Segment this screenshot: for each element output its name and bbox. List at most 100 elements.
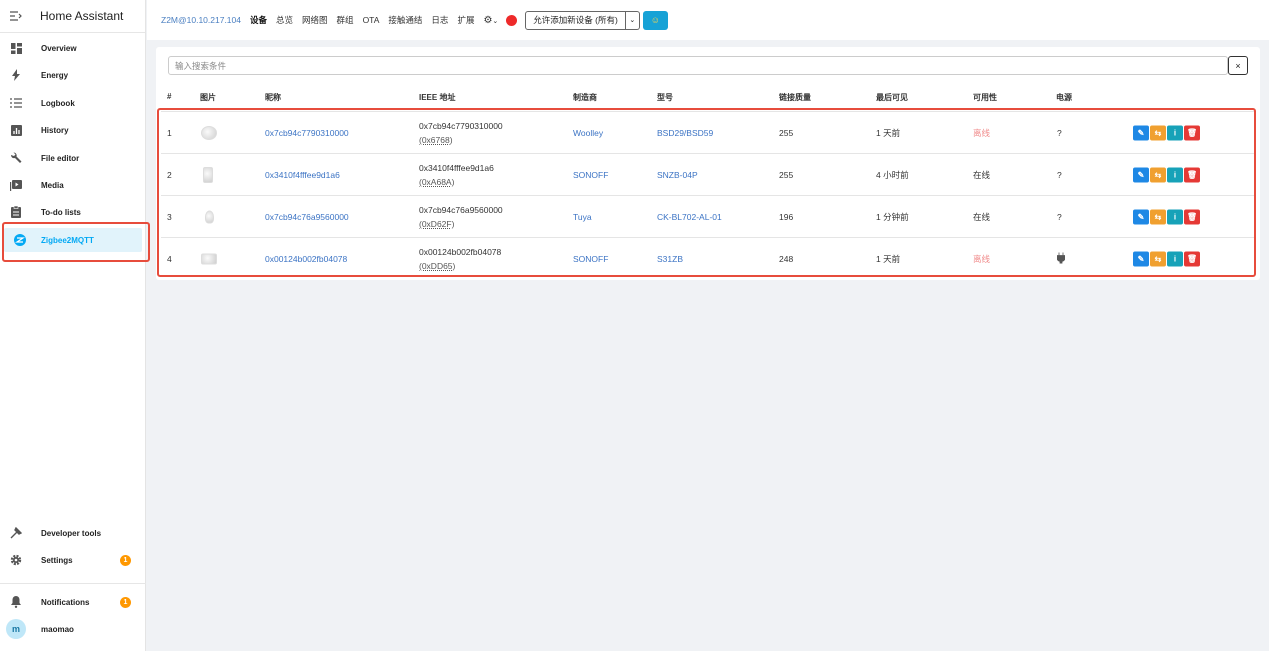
nav-extensions[interactable]: 扩展	[457, 14, 474, 26]
nav-devices[interactable]: 设备	[250, 14, 267, 26]
sidebar-item-logbook[interactable]: Logbook	[0, 91, 146, 115]
vendor-link[interactable]: Woolley	[573, 128, 603, 138]
ieee-address: 0x7cb94c7790310000	[419, 120, 503, 131]
model-link[interactable]: S31ZB	[657, 254, 683, 264]
info-icon[interactable]: i	[1167, 167, 1183, 182]
sidebar-item-media[interactable]: Media	[0, 173, 146, 197]
connection-status-icon	[506, 14, 518, 26]
sidebar-item-energy[interactable]: Energy	[0, 63, 146, 87]
search-box	[168, 56, 1228, 75]
swap-icon[interactable]: ⇆	[1150, 167, 1166, 182]
link-quality: 255	[779, 169, 794, 180]
swap-icon[interactable]: ⇆	[1150, 251, 1166, 266]
nav-logs[interactable]: 日志	[431, 14, 448, 26]
swap-icon[interactable]: ⇆	[1150, 125, 1166, 140]
sidebar-item-zigbee2mqtt[interactable]: Zigbee2MQTT	[4, 228, 142, 252]
nav-groups[interactable]: 群组	[337, 14, 354, 26]
trash-icon[interactable]: 🗑	[1184, 125, 1200, 140]
sidebar-item-label: Developer tools	[41, 528, 102, 538]
clear-search-button[interactable]: ×	[1228, 56, 1248, 75]
power-source: ?	[1057, 169, 1062, 180]
col-header-last-seen[interactable]: 最后可见	[876, 92, 908, 103]
vendor-link[interactable]: Tuya	[573, 212, 592, 222]
notifications-badge: 1	[120, 596, 131, 608]
bell-icon	[0, 596, 32, 608]
trash-icon[interactable]: 🗑	[1184, 167, 1200, 182]
menu-toggle-icon[interactable]	[0, 11, 32, 21]
theme-toggle-button[interactable]: ☺	[642, 10, 668, 30]
table-row: 2 0x3410f4fffee9d1a6 0x3410f4fffee9d1a6 (…	[161, 153, 1255, 195]
nav-dashboard[interactable]: 总览	[276, 14, 293, 26]
last-seen: 4 小时前	[876, 169, 909, 180]
sidebar-item-overview[interactable]: Overview	[0, 36, 146, 60]
col-header-availability[interactable]: 可用性	[973, 92, 997, 103]
network-address: (0xDD65)	[419, 260, 456, 271]
device-name-link[interactable]: 0x00124b002fb04078	[265, 254, 347, 264]
sidebar-item-user[interactable]: m maomao	[0, 617, 146, 641]
col-header-ieee[interactable]: IEEE 地址	[419, 92, 455, 103]
power-source: ?	[1057, 127, 1062, 138]
edit-icon[interactable]: ✎	[1133, 167, 1149, 182]
sidebar-item-history[interactable]: History	[0, 118, 146, 142]
sidebar: Home Assistant Overview Energy Logbook H…	[0, 0, 150, 651]
last-seen: 1 天前	[876, 127, 901, 138]
device-name-link[interactable]: 0x7cb94c7790310000	[265, 128, 349, 138]
ieee-address: 0x00124b002fb04078	[419, 246, 502, 257]
devices-card: × # 图片 昵称 IEEE 地址 制造商 型号 链接质量 最后可见 可用性 电…	[156, 47, 1260, 280]
sidebar-item-label: To-do lists	[41, 207, 81, 217]
sidebar-item-label: File editor	[41, 153, 80, 163]
ieee-address: 0x7cb94c76a9560000	[419, 204, 503, 215]
last-seen: 1 分钟前	[876, 211, 909, 222]
vendor-link[interactable]: SONOFF	[573, 254, 608, 264]
chart-icon	[0, 124, 32, 136]
wrench-icon	[0, 152, 32, 164]
sidebar-item-label: Energy	[41, 70, 69, 80]
row-num: 3	[167, 211, 172, 222]
sidebar-item-developer-tools[interactable]: Developer tools	[0, 521, 146, 545]
edit-icon[interactable]: ✎	[1133, 125, 1149, 140]
nav-ota[interactable]: OTA	[363, 15, 380, 25]
availability-status: 离线	[973, 253, 991, 264]
nav-touchlink[interactable]: 接触通结	[388, 14, 422, 26]
edit-icon[interactable]: ✎	[1133, 209, 1149, 224]
col-header-vendor[interactable]: 制造商	[573, 92, 597, 103]
info-icon[interactable]: i	[1167, 209, 1183, 224]
list-icon	[0, 98, 32, 108]
col-header-lqi[interactable]: 链接质量	[779, 92, 811, 103]
device-image	[201, 253, 217, 264]
model-link[interactable]: SNZB-04P	[657, 170, 698, 180]
sidebar-item-todo[interactable]: To-do lists	[0, 200, 146, 224]
table-row: 1 0x7cb94c7790310000 0x7cb94c7790310000 (…	[161, 111, 1255, 153]
search-input[interactable]	[175, 60, 1227, 71]
col-header-power[interactable]: 电源	[1056, 92, 1072, 103]
vendor-link[interactable]: SONOFF	[573, 170, 608, 180]
model-link[interactable]: CK-BL702-AL-01	[657, 212, 722, 222]
col-header-name[interactable]: 昵称	[265, 92, 281, 103]
edit-icon[interactable]: ✎	[1133, 251, 1149, 266]
nav-map[interactable]: 网络图	[302, 14, 328, 26]
swap-icon[interactable]: ⇆	[1150, 209, 1166, 224]
col-header-model[interactable]: 型号	[657, 92, 673, 103]
row-num: 4	[167, 253, 172, 264]
row-num: 1	[167, 127, 172, 138]
device-name-link[interactable]: 0x7cb94c76a9560000	[265, 212, 349, 222]
device-name-link[interactable]: 0x3410f4fffee9d1a6	[265, 170, 340, 180]
col-header-image: 图片	[200, 93, 216, 102]
sidebar-item-file-editor[interactable]: File editor	[0, 146, 146, 170]
trash-icon[interactable]: 🗑	[1184, 251, 1200, 266]
permit-join-button[interactable]: 允许添加新设备 (所有)	[525, 10, 626, 30]
sidebar-divider	[0, 583, 146, 584]
sidebar-item-label: Media	[41, 180, 64, 190]
sidebar-item-notifications[interactable]: Notifications 1	[0, 590, 146, 614]
info-icon[interactable]: i	[1167, 251, 1183, 266]
sidebar-item-label: Notifications	[41, 597, 90, 607]
brand-link[interactable]: Z2M@10.10.217.104	[161, 15, 241, 25]
chevron-down-icon[interactable]: ⌄	[625, 10, 640, 30]
sidebar-item-settings[interactable]: Settings 1	[0, 548, 146, 572]
info-icon[interactable]: i	[1167, 125, 1183, 140]
model-link[interactable]: BSD29/BSD59	[657, 128, 713, 138]
link-quality: 255	[779, 127, 794, 138]
trash-icon[interactable]: 🗑	[1184, 209, 1200, 224]
sidebar-item-label: Logbook	[41, 98, 75, 108]
settings-dropdown-icon[interactable]: ⚙⌄	[483, 15, 498, 26]
